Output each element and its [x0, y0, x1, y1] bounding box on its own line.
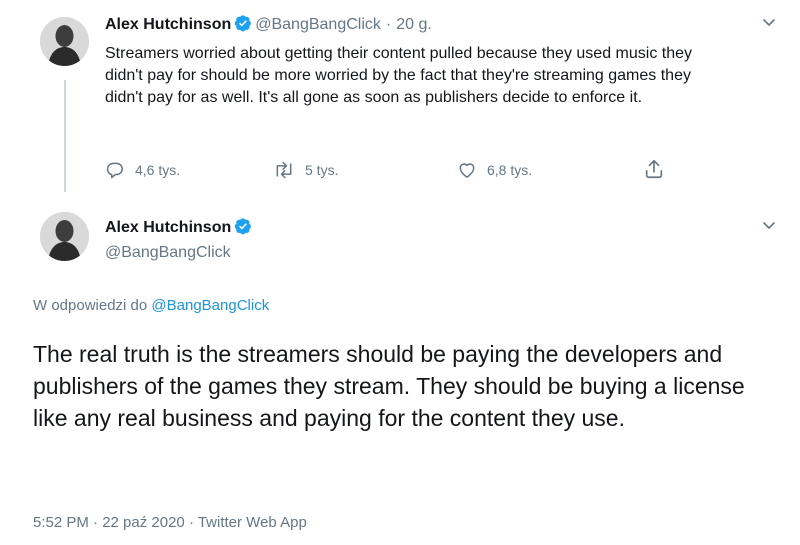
- retweet-count: 5 tys.: [305, 162, 339, 178]
- chevron-down-icon[interactable]: [761, 217, 777, 238]
- author-handle[interactable]: @BangBangClick: [255, 16, 381, 33]
- like-icon: [459, 163, 475, 178]
- verified-badge-icon: [234, 217, 252, 235]
- author-handle[interactable]: @BangBangClick: [105, 244, 231, 262]
- author-name[interactable]: Alex Hutchinson: [105, 16, 231, 33]
- reply-context: W odpowiedzi do @BangBangClick: [33, 297, 269, 314]
- retweet-icon: [276, 161, 292, 179]
- avatar-photo: [40, 17, 89, 66]
- tweet-source[interactable]: Twitter Web App: [198, 514, 307, 531]
- tweet-text: Streamers worried about getting their co…: [105, 45, 692, 106]
- share-icon: [645, 159, 663, 179]
- tweet-metadata: 5:52 PM · 22 paź 2020 · Twitter Web App: [33, 514, 307, 531]
- meta-separator: ·: [188, 514, 194, 531]
- verified-badge-icon: [234, 14, 252, 32]
- thread-line: [64, 80, 66, 192]
- header-separator: ·: [385, 16, 392, 33]
- avatar-photo: [40, 212, 89, 261]
- like-count: 6,8 tys.: [487, 162, 533, 178]
- reply-icon: [106, 162, 123, 179]
- reply-prefix: W odpowiedzi do: [33, 297, 148, 314]
- share-button[interactable]: [643, 157, 665, 186]
- author-name[interactable]: Alex Hutchinson: [105, 219, 231, 236]
- chevron-down-icon[interactable]: [761, 14, 777, 35]
- main-tweet-text: The real truth is the streamers should b…: [33, 341, 745, 431]
- like-button[interactable]: 6,8 tys.: [457, 160, 532, 180]
- reply-to-link[interactable]: @BangBangClick: [151, 297, 269, 314]
- tweet-timestamp[interactable]: 5:52 PM · 22 paź 2020: [33, 514, 185, 531]
- reply-button[interactable]: 4,6 tys.: [105, 160, 180, 180]
- tweet-header: Alex Hutchinson: [105, 217, 255, 237]
- reply-count: 4,6 tys.: [135, 162, 181, 178]
- avatar[interactable]: [40, 17, 89, 66]
- retweet-button[interactable]: 5 tys.: [273, 160, 338, 180]
- tweet-header: Alex Hutchinson @BangBangClick · 20 g.: [105, 14, 432, 34]
- tweet-time[interactable]: 20 g.: [396, 16, 432, 33]
- avatar[interactable]: [40, 212, 89, 261]
